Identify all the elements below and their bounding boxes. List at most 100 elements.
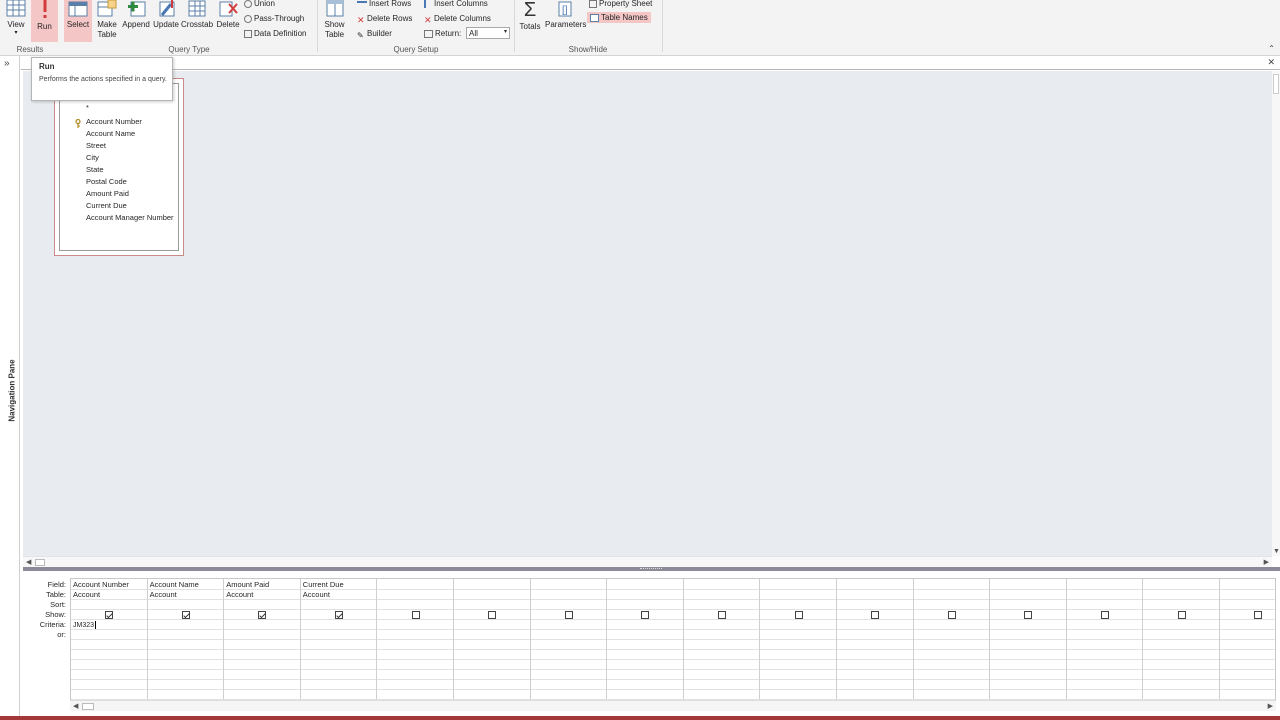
property-sheet-button[interactable]: Property Sheet [589, 0, 652, 9]
grid-column[interactable] [1067, 579, 1144, 699]
return-dropdown[interactable]: All ▾ [466, 27, 510, 39]
grid-column[interactable] [760, 579, 837, 699]
tooltip-description: Performs the actions specified in a quer… [39, 76, 167, 83]
show-checkbox[interactable] [1254, 611, 1263, 619]
grid-column[interactable]: Account Name Account [148, 579, 225, 699]
grid-column[interactable] [1220, 579, 1280, 699]
parameters-button[interactable]: [] Parameters [545, 0, 586, 42]
grid-column[interactable]: Current Due Account [301, 579, 378, 699]
show-checkbox[interactable] [871, 611, 880, 619]
insert-columns-button[interactable]: Insert Columns [424, 0, 488, 9]
show-checkbox[interactable] [258, 611, 267, 619]
ribbon-collapse-icon[interactable]: ⌃ [1268, 44, 1275, 53]
table-cell[interactable]: Account [226, 590, 253, 599]
pass-through-button[interactable]: Pass-Through [244, 13, 304, 24]
make-table-label: Make Table [97, 20, 117, 39]
field-list[interactable]: * Account Number Account Name Street Cit… [59, 83, 179, 251]
select-query-button[interactable]: Select [64, 0, 92, 42]
grid-column[interactable] [531, 579, 608, 699]
scroll-right-icon[interactable]: ▶ [1268, 702, 1273, 710]
append-button[interactable]: Append [121, 0, 151, 42]
vertical-scrollbar[interactable]: ▼ [1272, 71, 1280, 556]
scroll-thumb[interactable] [82, 703, 94, 710]
grid-column[interactable] [684, 579, 761, 699]
navigation-pane[interactable]: » Navigation Pane [0, 56, 20, 716]
scroll-down-icon[interactable]: ▼ [1273, 548, 1280, 555]
show-checkbox[interactable] [641, 611, 650, 619]
show-checkbox[interactable] [335, 611, 344, 619]
grid-column[interactable] [377, 579, 454, 699]
view-button[interactable]: View ▾ [4, 0, 28, 42]
make-table-button[interactable]: Make Table [94, 0, 120, 42]
update-label: Update [153, 20, 179, 29]
splitter-grip[interactable] [640, 568, 662, 570]
union-icon [244, 0, 252, 8]
field-cell[interactable]: Current Due [303, 580, 344, 589]
table-cell[interactable]: Account [150, 590, 177, 599]
show-checkbox[interactable] [488, 611, 497, 619]
scroll-thumb[interactable] [1273, 74, 1279, 94]
crosstab-button[interactable]: Crosstab [181, 0, 213, 42]
run-button[interactable]: Run [31, 0, 58, 42]
delete-query-button[interactable]: Delete [214, 0, 242, 42]
grid-column[interactable] [1143, 579, 1220, 699]
field-item[interactable]: State [86, 165, 104, 174]
field-cell[interactable]: Account Name [150, 580, 199, 589]
scroll-left-icon[interactable]: ◀ [73, 702, 78, 710]
show-checkbox[interactable] [947, 611, 956, 619]
table-cell[interactable]: Account [73, 590, 100, 599]
table-names-button[interactable]: Table Names [587, 12, 651, 23]
table-cell[interactable]: Account [303, 590, 330, 599]
show-checkbox[interactable] [564, 611, 573, 619]
insert-rows-button[interactable]: Insert Rows [357, 0, 411, 9]
show-checkbox[interactable] [181, 611, 190, 619]
data-definition-button[interactable]: Data Definition [244, 28, 306, 39]
update-button[interactable]: Update [152, 0, 180, 42]
all-fields-item[interactable]: * [86, 103, 89, 112]
scroll-right-icon[interactable]: ▶ [1264, 558, 1269, 566]
grid-column[interactable] [454, 579, 531, 699]
field-item[interactable]: Account Number [86, 117, 142, 126]
show-table-button[interactable]: Show Table [321, 0, 348, 42]
query-design-area[interactable] [23, 71, 1272, 556]
show-checkbox[interactable] [1024, 611, 1033, 619]
scroll-thumb[interactable] [35, 559, 45, 566]
query-design-grid[interactable]: Account Number Account JM323 Account Name Ac… [70, 578, 1276, 700]
builder-button[interactable]: ✎ Builder [357, 28, 392, 40]
union-button[interactable]: Union [244, 0, 275, 9]
horizontal-scrollbar[interactable]: ◀ ▶ [23, 556, 1272, 567]
grid-column[interactable] [914, 579, 991, 699]
grid-column[interactable] [990, 579, 1067, 699]
show-checkbox[interactable] [411, 611, 420, 619]
show-checkbox[interactable] [794, 611, 803, 619]
show-checkbox[interactable] [1177, 611, 1186, 619]
criteria-cell[interactable]: JM323 [73, 621, 97, 629]
show-checkbox[interactable] [718, 611, 727, 619]
field-item[interactable]: Street [86, 141, 106, 150]
field-item[interactable]: City [86, 153, 99, 162]
grid-horizontal-scrollbar[interactable]: ◀ ▶ [70, 700, 1276, 711]
row-label-field: Field: [47, 580, 66, 589]
sigma-icon: Σ [523, 0, 537, 21]
totals-button[interactable]: Σ Totals [518, 0, 542, 42]
field-cell[interactable]: Amount Paid [226, 580, 269, 589]
field-item[interactable]: Amount Paid [86, 189, 129, 198]
field-item[interactable]: Account Manager Number [86, 213, 174, 222]
field-item[interactable]: Account Name [86, 129, 135, 138]
grid-column[interactable] [607, 579, 684, 699]
account-table-box[interactable]: * Account Number Account Name Street Cit… [54, 78, 184, 256]
scroll-left-icon[interactable]: ◀ [26, 558, 31, 566]
delete-columns-button[interactable]: ✕ Delete Columns [424, 13, 491, 25]
grid-column[interactable] [837, 579, 914, 699]
grid-column[interactable]: Account Number Account JM323 [71, 579, 148, 699]
close-icon[interactable]: ✕ [1267, 57, 1275, 68]
field-cell[interactable]: Account Number [73, 580, 129, 589]
delete-rows-button[interactable]: ✕ Delete Rows [357, 13, 412, 25]
data-definition-icon [244, 29, 252, 38]
field-item[interactable]: Postal Code [86, 177, 127, 186]
show-checkbox[interactable] [1101, 611, 1110, 619]
show-checkbox[interactable] [105, 611, 114, 619]
expand-nav-icon[interactable]: » [4, 58, 10, 69]
field-item[interactable]: Current Due [86, 201, 127, 210]
grid-column[interactable]: Amount Paid Account [224, 579, 301, 699]
